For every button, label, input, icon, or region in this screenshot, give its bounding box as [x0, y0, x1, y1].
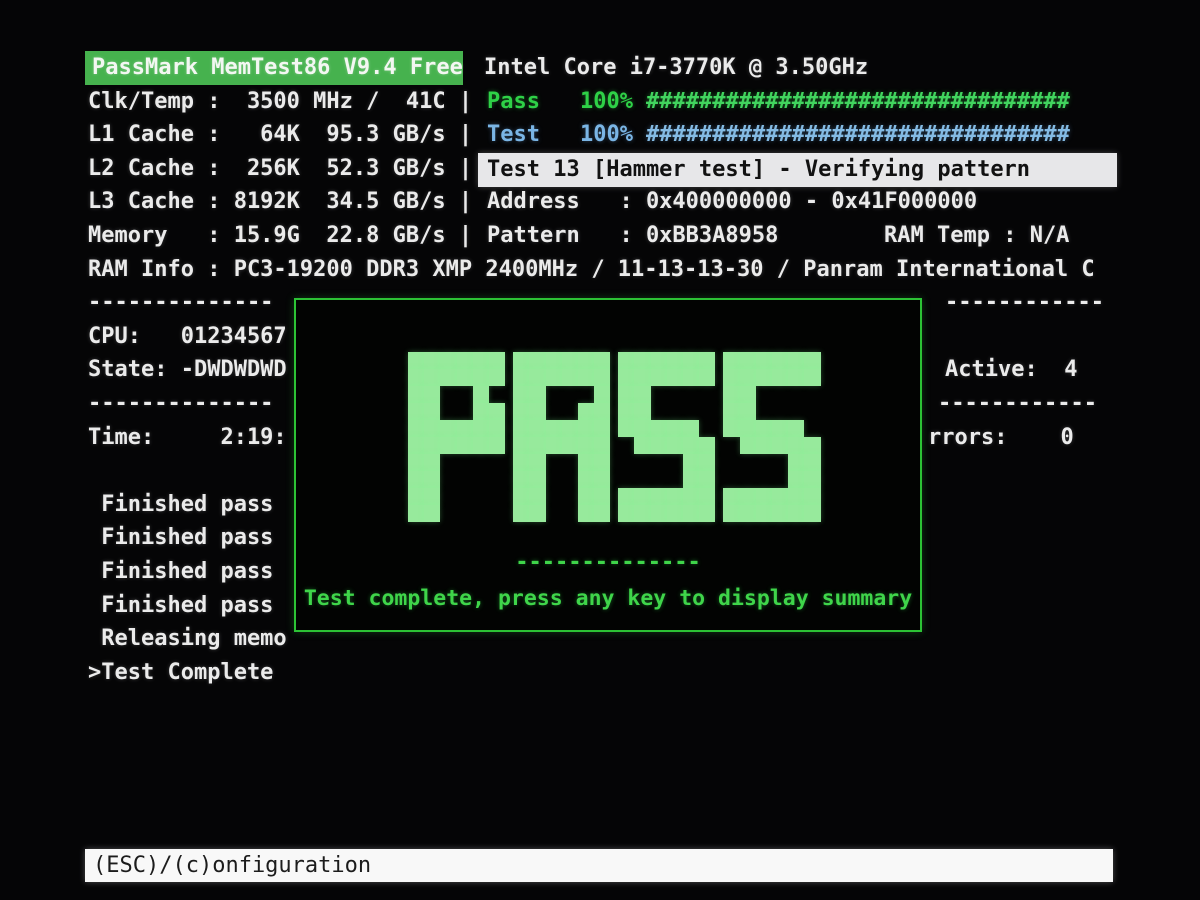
memtest-screen: PassMark MemTest86 V9.4 Free Intel Core …	[0, 0, 1200, 900]
log-line-finished-4: Finished pass	[88, 593, 274, 618]
test-progress-percent: 100%	[580, 122, 633, 147]
test-progress-label: Test	[487, 122, 540, 147]
pattern-row: Pattern : 0xBB3A8958	[487, 223, 779, 248]
pass-letter-P	[408, 352, 506, 522]
sysinfo-row-l1-cache: L1 Cache : 64K 95.3 GB/s |	[88, 122, 473, 147]
separator-left-bottom: --------------	[88, 391, 274, 416]
ram-temp: RAM Temp : N/A	[884, 223, 1070, 248]
pass-box-divider: --------------	[515, 550, 701, 575]
pass-letter-A	[513, 352, 611, 522]
pass-letter-S	[723, 352, 821, 522]
active-count: Active: 4	[945, 357, 1078, 382]
address-row: Address : 0x400000000 - 0x41F000000	[487, 189, 978, 214]
time-row: Time: 2:19:	[88, 425, 287, 450]
cpu-model: Intel Core i7-3770K @ 3.50GHz	[484, 55, 869, 80]
config-hint[interactable]: (ESC)/(c)onfiguration	[85, 849, 1113, 882]
pass-box-message: Test complete, press any key to display …	[303, 586, 913, 611]
pass-letter-S	[618, 352, 716, 522]
sysinfo-row-ram-info: RAM Info : PC3-19200 DDR3 XMP 2400MHz / …	[88, 257, 1095, 282]
app-title-bar: PassMark MemTest86 V9.4 Free	[85, 51, 463, 85]
log-line-test-complete: >Test Complete	[88, 660, 274, 685]
pass-progress-label: Pass	[487, 89, 540, 114]
log-line-finished-3: Finished pass	[88, 559, 274, 584]
pass-letters	[408, 352, 821, 522]
footer-bar: (ESC)/(c)onfiguration	[85, 849, 1113, 882]
log-line-finished-2: Finished pass	[88, 525, 274, 550]
separator-right-bottom: ------------	[938, 391, 1097, 416]
pass-progress-percent: 100%	[580, 89, 633, 114]
error-count: rrors: 0	[928, 425, 1074, 450]
sysinfo-row-l2-cache: L2 Cache : 256K 52.3 GB/s |	[88, 156, 473, 181]
state-row: State: -DWDWDWD	[88, 357, 287, 382]
app-title: PassMark MemTest86 V9.4 Free	[92, 55, 463, 80]
log-line-releasing: Releasing memo	[88, 626, 287, 651]
current-test-text: Test 13 [Hammer test] - Verifying patter…	[487, 157, 1031, 182]
current-test-banner: Test 13 [Hammer test] - Verifying patter…	[478, 153, 1117, 187]
test-progress-bar: ################################	[646, 122, 1070, 147]
log-line-finished-1: Finished pass	[88, 492, 274, 517]
sysinfo-row-clk-temp: Clk/Temp : 3500 MHz / 41C |	[88, 89, 473, 114]
separator-left-top: --------------	[88, 290, 274, 315]
pass-progress-bar: ################################	[646, 89, 1070, 114]
sysinfo-row-memory: Memory : 15.9G 22.8 GB/s |	[88, 223, 473, 248]
separator-right-top: ------------	[945, 290, 1104, 315]
cpu-count-row: CPU: 01234567	[88, 324, 287, 349]
sysinfo-row-l3-cache: L3 Cache : 8192K 34.5 GB/s |	[88, 189, 473, 214]
pass-result-box: -------------- Test complete, press any …	[294, 298, 922, 632]
